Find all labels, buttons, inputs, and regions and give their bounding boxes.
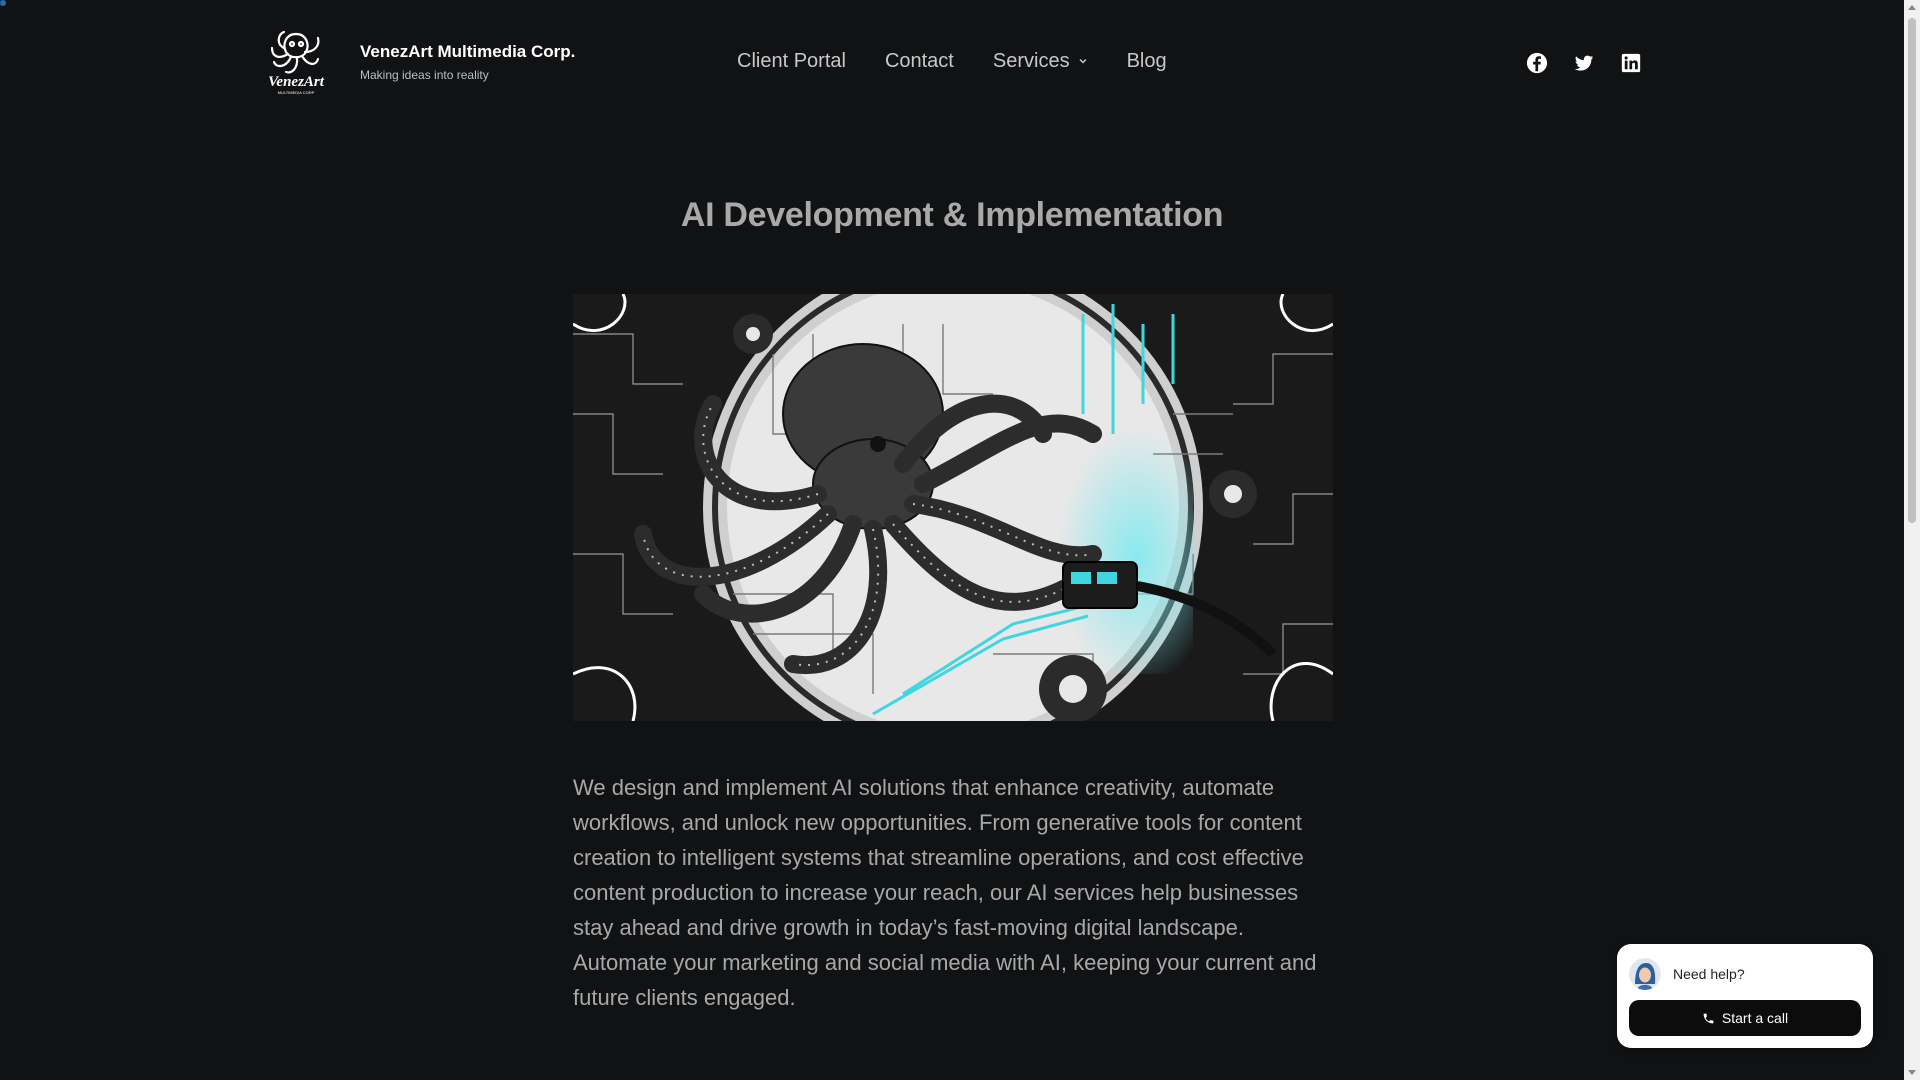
nav-item-client-portal[interactable]: Client Portal: [737, 50, 846, 73]
nav-item-label: Contact: [884, 50, 954, 72]
phone-icon: [1703, 1013, 1714, 1023]
help-prompt: Need help?: [1673, 966, 1745, 982]
help-chat-widget: Need help? Start a call: [1617, 944, 1873, 1048]
nav-item-label: Services: [992, 50, 1070, 72]
page-title: AI Development & Implementation: [680, 196, 1224, 234]
start-call-button[interactable]: Start a call: [1629, 1000, 1861, 1036]
nav-item-contact[interactable]: Contact: [885, 50, 954, 73]
vertical-scrollbar[interactable]: [1904, 0, 1920, 1080]
main-nav: Client Portal Contact Services Blog: [737, 50, 1167, 73]
scroll-up-arrow-icon[interactable]: [1908, 5, 1916, 10]
nav-item-blog[interactable]: Blog: [1127, 50, 1167, 73]
start-call-label: Start a call: [1721, 1010, 1789, 1026]
svg-text:MULTIMEDIA CORP: MULTIMEDIA CORP: [278, 90, 315, 95]
agent-avatar: [1629, 958, 1661, 990]
social-links: [1526, 52, 1642, 74]
site-tagline: Making ideas into reality: [360, 68, 489, 82]
nav-item-services[interactable]: Services: [993, 50, 1088, 73]
page: VenezArt MULTIMEDIA CORP VenezArt Multim…: [0, 0, 1920, 1080]
octopus-logo-icon[interactable]: VenezArt MULTIMEDIA CORP: [264, 26, 328, 96]
twitter-icon[interactable]: [1573, 52, 1595, 74]
chevron-down-icon[interactable]: [1078, 56, 1088, 66]
scroll-down-arrow-icon[interactable]: [1908, 1070, 1916, 1075]
service-description: We design and implement AI solutions tha…: [573, 775, 1317, 1010]
site-title[interactable]: VenezArt Multimedia Corp.: [360, 42, 575, 62]
nav-item-label: Blog: [1126, 50, 1167, 72]
hero-image: [573, 294, 1333, 721]
site-header: VenezArt MULTIMEDIA CORP VenezArt Multim…: [0, 0, 1904, 125]
svg-text:VenezArt: VenezArt: [268, 74, 325, 90]
linkedin-icon[interactable]: [1620, 52, 1642, 74]
scrollbar-thumb[interactable]: [1908, 18, 1916, 523]
facebook-icon[interactable]: [1526, 52, 1548, 74]
nav-item-label: Client Portal: [737, 50, 846, 72]
